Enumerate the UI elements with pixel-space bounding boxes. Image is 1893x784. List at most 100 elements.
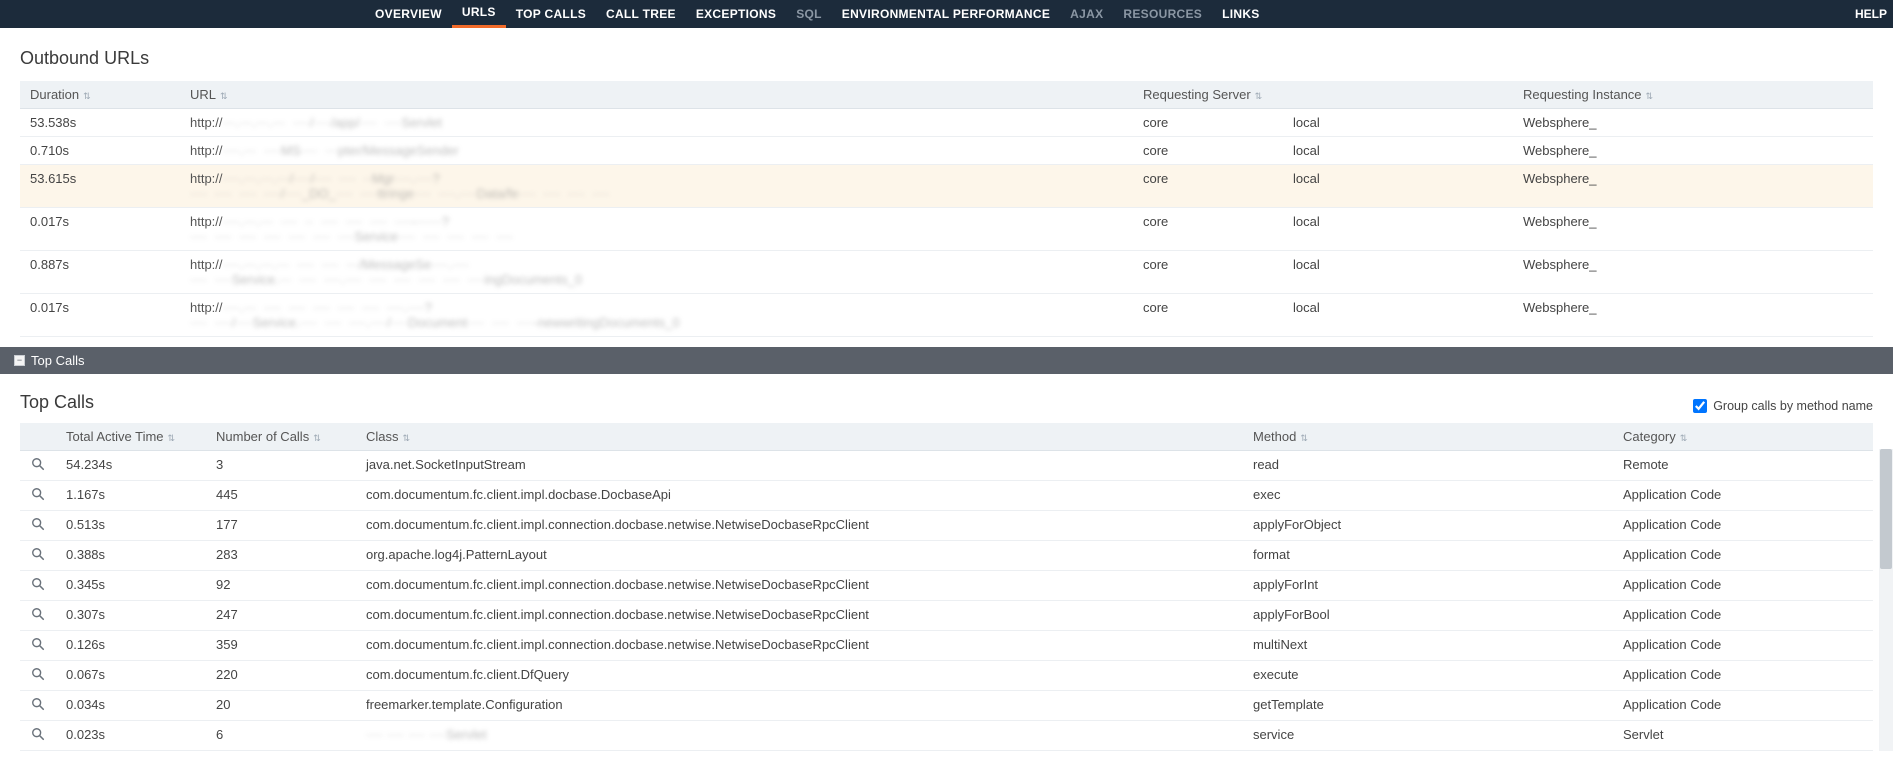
topcalls-row[interactable]: 0.023s6···· ···· ···· ····Servletservice… xyxy=(20,721,1873,751)
topcalls-row[interactable]: 0.513s177com.documentum.fc.client.impl.c… xyxy=(20,511,1873,541)
outbound-cell-url: http://····.··· ···· ···· ···· ···· ····… xyxy=(180,294,1133,337)
topcalls-cell-category: Application Code xyxy=(1613,571,1873,601)
outbound-cell-instance: Websphere_ xyxy=(1513,109,1873,137)
nav-item-call-tree[interactable]: CALL TREE xyxy=(596,0,686,28)
topcalls-cell-num: 6 xyxy=(206,721,356,751)
outbound-row[interactable]: 53.538shttp://···.···.···.··· ····/····/… xyxy=(20,109,1873,137)
nav-item-urls[interactable]: URLS xyxy=(452,0,506,28)
topcalls-cell-method: exec xyxy=(1243,481,1613,511)
topcalls-header-class[interactable]: Class⇅ xyxy=(356,423,1243,451)
topcalls-bar-label: Top Calls xyxy=(31,353,84,368)
magnifier-icon[interactable] xyxy=(31,517,45,531)
topcalls-header-category[interactable]: Category⇅ xyxy=(1613,423,1873,451)
outbound-row[interactable]: 53.615shttp://····.···.···.···/····/····… xyxy=(20,165,1873,208)
topcalls-cell-time: 0.345s xyxy=(56,571,206,601)
topcalls-table: Total Active Time⇅ Number of Calls⇅ Clas… xyxy=(20,423,1873,751)
topcalls-cell-class: com.documentum.fc.client.impl.docbase.Do… xyxy=(356,481,1243,511)
outbound-cell-server2: local xyxy=(1283,165,1513,208)
magnifier-icon[interactable] xyxy=(31,547,45,561)
topcalls-row[interactable]: 0.345s92com.documentum.fc.client.impl.co… xyxy=(20,571,1873,601)
topcalls-row[interactable]: 1.167s445com.documentum.fc.client.impl.d… xyxy=(20,481,1873,511)
outbound-cell-url: http://···.···.···.··· ····/····/app/···… xyxy=(180,109,1133,137)
outbound-cell-duration: 53.538s xyxy=(20,109,180,137)
topcalls-cell-category: Application Code xyxy=(1613,601,1873,631)
nav-item-resources[interactable]: RESOURCES xyxy=(1113,0,1212,28)
outbound-cell-url: http://····.··· ····MS···· ···pter/Messa… xyxy=(180,137,1133,165)
group-checkbox[interactable] xyxy=(1693,399,1707,413)
outbound-row[interactable]: 0.887shttp://····.···.···.··· ···· ···· … xyxy=(20,251,1873,294)
topcalls-cell-category: Remote xyxy=(1613,451,1873,481)
topcalls-cell-category: Application Code xyxy=(1613,631,1873,661)
topcalls-cell-category: Application Code xyxy=(1613,691,1873,721)
topcalls-cell-num: 3 xyxy=(206,451,356,481)
topcalls-row[interactable]: 0.126s359com.documentum.fc.client.impl.c… xyxy=(20,631,1873,661)
scrollbar-track[interactable] xyxy=(1879,449,1893,751)
topcalls-cell-num: 283 xyxy=(206,541,356,571)
magnifier-icon[interactable] xyxy=(31,577,45,591)
nav-help[interactable]: HELP xyxy=(1855,0,1887,28)
outbound-cell-server: core xyxy=(1133,109,1283,137)
topcalls-cell-time: 0.023s xyxy=(56,721,206,751)
outbound-row[interactable]: 0.017shttp://····.··· ···· ···· ···· ···… xyxy=(20,294,1873,337)
outbound-header-url[interactable]: URL⇅ xyxy=(180,81,1133,109)
outbound-header-duration[interactable]: Duration⇅ xyxy=(20,81,180,109)
scrollbar-thumb[interactable] xyxy=(1880,449,1892,569)
nav-item-links[interactable]: LINKS xyxy=(1212,0,1270,28)
topcalls-cell-category: Application Code xyxy=(1613,511,1873,541)
magnifier-icon[interactable] xyxy=(31,607,45,621)
topcalls-cell-icon xyxy=(20,721,56,751)
topcalls-row[interactable]: 0.034s20freemarker.template.Configuratio… xyxy=(20,691,1873,721)
group-by-method-toggle[interactable]: Group calls by method name xyxy=(1693,399,1873,413)
outbound-section: Outbound URLs Duration⇅ URL⇅ Requesting … xyxy=(0,28,1893,347)
outbound-cell-url: http://····.···.···.···/····/···· ···· ·… xyxy=(180,165,1133,208)
nav-item-top-calls[interactable]: TOP CALLS xyxy=(506,0,596,28)
nav-item-exceptions[interactable]: EXCEPTIONS xyxy=(686,0,786,28)
outbound-header-server[interactable]: Requesting Server⇅ xyxy=(1133,81,1283,109)
outbound-cell-server2: local xyxy=(1283,294,1513,337)
magnifier-icon[interactable] xyxy=(31,667,45,681)
top-nav: OVERVIEWURLSTOP CALLSCALL TREEEXCEPTIONS… xyxy=(0,0,1893,28)
topcalls-cell-time: 0.126s xyxy=(56,631,206,661)
sort-icon: ⇅ xyxy=(220,92,228,101)
nav-item-overview[interactable]: OVERVIEW xyxy=(365,0,452,28)
nav-item-ajax[interactable]: AJAX xyxy=(1060,0,1113,28)
magnifier-icon[interactable] xyxy=(31,727,45,741)
topcalls-cell-icon xyxy=(20,661,56,691)
magnifier-icon[interactable] xyxy=(31,637,45,651)
topcalls-cell-category: Application Code xyxy=(1613,541,1873,571)
outbound-cell-instance: Websphere_ xyxy=(1513,137,1873,165)
sort-icon: ⇅ xyxy=(1255,92,1263,101)
topcalls-cell-class: freemarker.template.Configuration xyxy=(356,691,1243,721)
sort-icon: ⇅ xyxy=(1680,434,1688,443)
topcalls-cell-method: getTemplate xyxy=(1243,691,1613,721)
topcalls-cell-method: execute xyxy=(1243,661,1613,691)
topcalls-header-num[interactable]: Number of Calls⇅ xyxy=(206,423,356,451)
outbound-row[interactable]: 0.710shttp://····.··· ····MS···· ···pter… xyxy=(20,137,1873,165)
topcalls-row[interactable]: 0.388s283org.apache.log4j.PatternLayoutf… xyxy=(20,541,1873,571)
topcalls-cell-icon xyxy=(20,541,56,571)
topcalls-header-method[interactable]: Method⇅ xyxy=(1243,423,1613,451)
outbound-table: Duration⇅ URL⇅ Requesting Server⇅ Reques… xyxy=(20,81,1873,337)
outbound-cell-server: core xyxy=(1133,165,1283,208)
outbound-cell-server: core xyxy=(1133,294,1283,337)
nav-item-environmental-performance[interactable]: ENVIRONMENTAL PERFORMANCE xyxy=(832,0,1060,28)
topcalls-cell-time: 0.307s xyxy=(56,601,206,631)
collapse-icon[interactable]: − xyxy=(14,355,25,366)
topcalls-section-bar[interactable]: − Top Calls xyxy=(0,347,1893,374)
topcalls-row[interactable]: 0.307s247com.documentum.fc.client.impl.c… xyxy=(20,601,1873,631)
magnifier-icon[interactable] xyxy=(31,487,45,501)
sort-icon: ⇅ xyxy=(83,92,91,101)
outbound-cell-instance: Websphere_ xyxy=(1513,251,1873,294)
magnifier-icon[interactable] xyxy=(31,457,45,471)
outbound-cell-instance: Websphere_ xyxy=(1513,208,1873,251)
magnifier-icon[interactable] xyxy=(31,697,45,711)
outbound-cell-duration: 0.887s xyxy=(20,251,180,294)
topcalls-cell-icon xyxy=(20,631,56,661)
outbound-row[interactable]: 0.017shttp://····.···.··· ···· ·· ···· ·… xyxy=(20,208,1873,251)
outbound-header-instance[interactable]: Requesting Instance⇅ xyxy=(1513,81,1873,109)
outbound-cell-duration: 0.710s xyxy=(20,137,180,165)
nav-item-sql[interactable]: SQL xyxy=(786,0,832,28)
topcalls-row[interactable]: 54.234s3java.net.SocketInputStreamreadRe… xyxy=(20,451,1873,481)
topcalls-header-time[interactable]: Total Active Time⇅ xyxy=(56,423,206,451)
topcalls-row[interactable]: 0.067s220com.documentum.fc.client.DfQuer… xyxy=(20,661,1873,691)
